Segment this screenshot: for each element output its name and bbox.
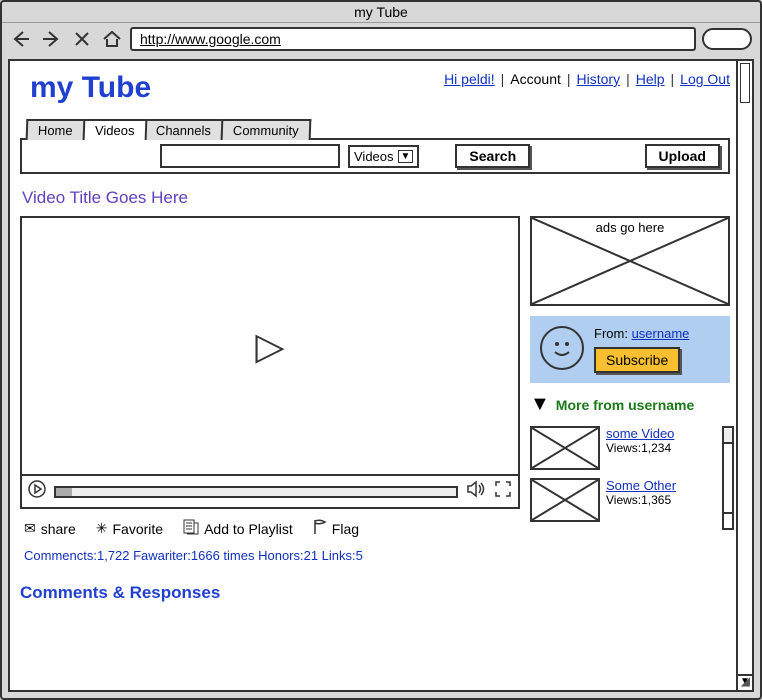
main-tabs: Home Videos Channels Community (20, 119, 730, 140)
forward-icon[interactable] (40, 27, 64, 51)
search-bar: Videos ▼ Search Upload (20, 138, 730, 174)
share-label: share (41, 521, 76, 537)
more-videos-list: some Video Views:1,234 Some Other Views:… (530, 426, 730, 530)
video-actions-row: ✉ share ✳ Favorite Add to Playlist (20, 509, 520, 548)
star-icon: ✳ (96, 520, 108, 537)
avatar-icon (540, 326, 584, 370)
flag-button[interactable]: Flag (313, 519, 359, 538)
flag-icon (313, 519, 327, 538)
back-icon[interactable] (10, 27, 34, 51)
more-list-scrollbar[interactable] (722, 426, 734, 530)
more-video-title[interactable]: Some Other (606, 478, 676, 493)
upload-button[interactable]: Upload (645, 144, 720, 168)
history-link[interactable]: History (577, 71, 621, 87)
comments-heading: Comments & Responses (20, 583, 520, 603)
playlist-label: Add to Playlist (204, 521, 293, 537)
play-icon[interactable]: ▷ (255, 324, 284, 369)
play-button-icon[interactable] (28, 480, 46, 503)
search-filter-dropdown[interactable]: Videos ▼ (348, 145, 419, 168)
more-video-views: Views:1,365 (606, 493, 671, 507)
help-link[interactable]: Help (636, 71, 665, 87)
page-scrollbar[interactable]: ▼ (736, 61, 752, 690)
progress-bar[interactable] (54, 486, 458, 498)
triangle-down-icon: ▼ (530, 393, 550, 416)
resize-grip-icon[interactable]: ◢ (741, 674, 750, 688)
top-nav-links: Hi peldi! | Account | History | Help | L… (444, 71, 730, 87)
add-playlist-button[interactable]: Add to Playlist (183, 519, 293, 538)
video-thumbnail (530, 426, 600, 470)
search-filter-label: Videos (354, 149, 394, 164)
share-button[interactable]: ✉ share (24, 520, 76, 537)
uploader-box: From: username Subscribe (530, 316, 730, 383)
volume-icon[interactable] (466, 480, 486, 503)
favorite-label: Favorite (113, 521, 164, 537)
video-title: Video Title Goes Here (22, 188, 730, 208)
ad-placeholder: ads go here (530, 216, 730, 306)
search-input[interactable] (160, 144, 340, 168)
account-link[interactable]: Account (510, 71, 561, 87)
video-thumbnail (530, 478, 600, 522)
tab-community[interactable]: Community (221, 119, 311, 140)
flag-label: Flag (332, 521, 359, 537)
video-player[interactable]: ▷ (20, 216, 520, 476)
chevron-down-icon: ▼ (398, 150, 414, 163)
more-video-title[interactable]: some Video (606, 426, 674, 441)
tab-channels[interactable]: Channels (144, 119, 224, 140)
subscribe-button[interactable]: Subscribe (594, 347, 680, 373)
site-logo: my Tube (20, 71, 151, 105)
url-bar[interactable]: http://www.google.com (130, 27, 696, 51)
browser-search-pill[interactable] (702, 28, 752, 50)
more-video-item[interactable]: Some Other Views:1,365 (530, 478, 716, 522)
stop-icon[interactable] (70, 27, 94, 51)
logout-link[interactable]: Log Out (680, 71, 730, 87)
more-video-item[interactable]: some Video Views:1,234 (530, 426, 716, 470)
video-stats: Commencts:1,722 Fawariter:1666 times Hon… (20, 548, 520, 563)
greeting-link[interactable]: Hi peldi! (444, 71, 495, 87)
browser-nav-bar: http://www.google.com (2, 23, 760, 55)
more-from-label: More from username (556, 397, 694, 413)
video-controls (20, 476, 520, 509)
search-button[interactable]: Search (455, 144, 530, 168)
list-icon (183, 519, 199, 538)
ad-label: ads go here (596, 220, 665, 235)
more-from-header[interactable]: ▼ More from username (530, 393, 730, 416)
tab-home[interactable]: Home (26, 119, 85, 140)
mail-icon: ✉ (24, 520, 36, 537)
tab-videos[interactable]: Videos (82, 119, 146, 140)
window-title: my Tube (2, 2, 760, 23)
more-video-views: Views:1,234 (606, 441, 671, 455)
from-label: From: (594, 326, 628, 341)
home-icon[interactable] (100, 27, 124, 51)
favorite-button[interactable]: ✳ Favorite (96, 520, 163, 537)
fullscreen-icon[interactable] (494, 480, 512, 503)
uploader-link[interactable]: username (632, 326, 690, 341)
